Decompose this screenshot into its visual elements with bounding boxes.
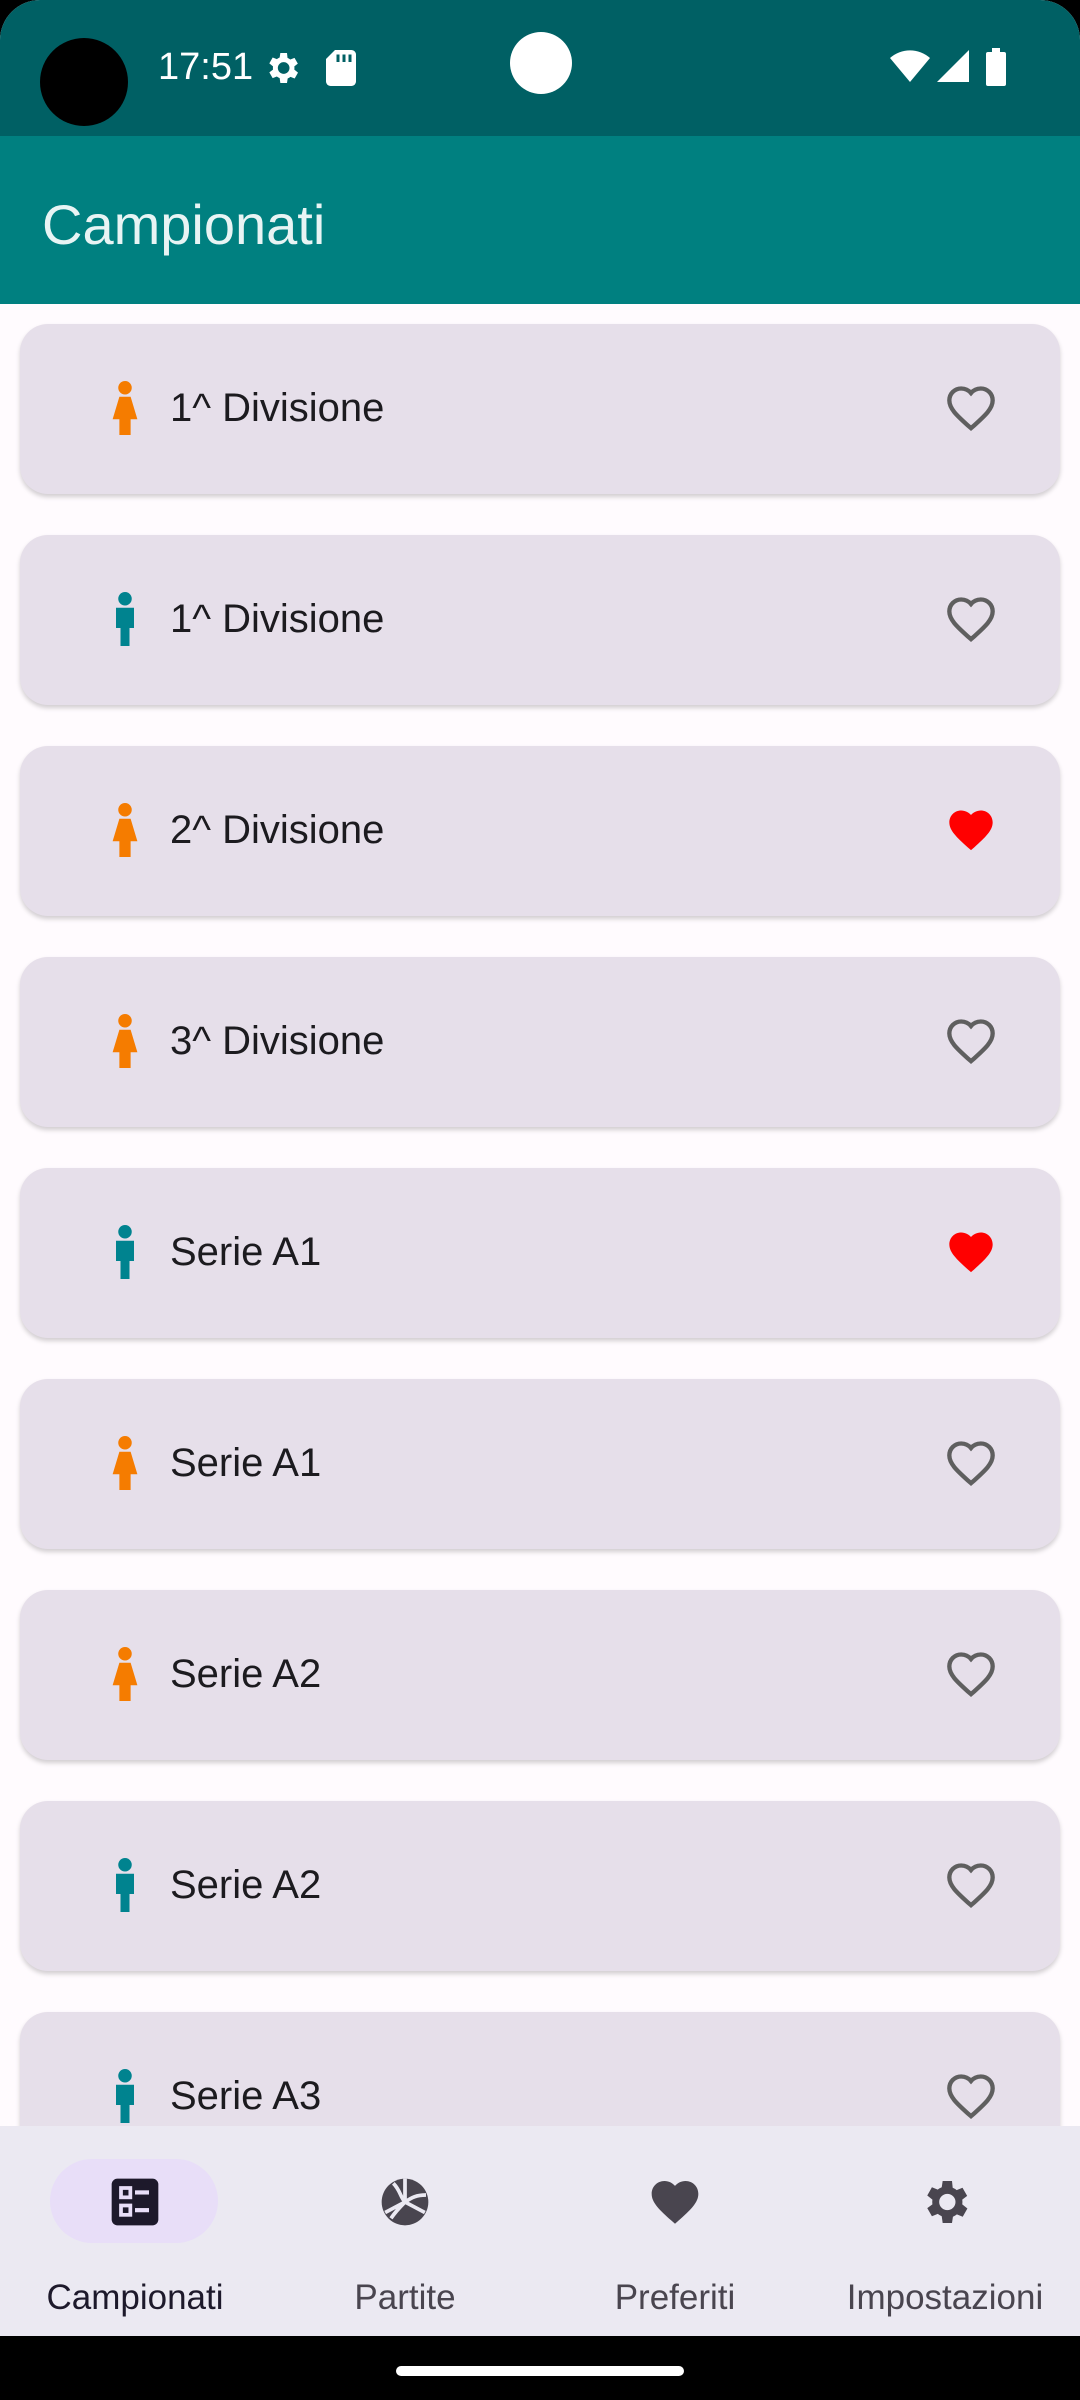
championship-label: Serie A2: [170, 1863, 322, 1907]
championship-label: 3^ Divisione: [170, 1019, 385, 1063]
home-gesture-handle[interactable]: [396, 2366, 684, 2376]
camera-punch-hole: [510, 32, 572, 94]
championship-label: 1^ Divisione: [170, 386, 385, 430]
championship-card[interactable]: 2^ Divisione: [20, 746, 1060, 916]
championship-card[interactable]: Serie A2: [20, 1590, 1060, 1760]
championship-label: Serie A1: [170, 1230, 322, 1274]
phone-screen: 17:51 Campionati 1^ Divisione 1^ Division…: [0, 0, 1080, 2400]
favorite-button-heart-filled-icon[interactable]: [942, 804, 1000, 856]
nav-item-preferiti[interactable]: Preferiti: [540, 2126, 810, 2336]
favorite-button-heart-outline-icon[interactable]: [942, 593, 1000, 645]
championship-card[interactable]: Serie A1: [20, 1168, 1060, 1338]
nav-item-campionati[interactable]: Campionati: [0, 2126, 270, 2336]
championship-label: Serie A2: [170, 1652, 322, 1696]
nav-item-impostazioni[interactable]: Impostazioni: [810, 2126, 1080, 2336]
championship-label: Serie A1: [170, 1441, 322, 1485]
nav-label: Preferiti: [614, 2278, 736, 2317]
gesture-navigation-area: [0, 2336, 1080, 2400]
championship-card[interactable]: Serie A3: [20, 2012, 1060, 2126]
female-person-icon: [112, 381, 138, 435]
volleyball-icon: [381, 2178, 429, 2226]
championship-card[interactable]: Serie A1: [20, 1379, 1060, 1549]
battery-icon: [986, 48, 1006, 86]
sd-card-icon: [326, 50, 356, 86]
favorite-button-heart-outline-icon[interactable]: [942, 1648, 1000, 1700]
favorite-button-heart-filled-icon[interactable]: [942, 1226, 1000, 1278]
favorite-button-heart-outline-icon[interactable]: [942, 1437, 1000, 1489]
page-title: Campionati: [42, 193, 326, 256]
championship-card[interactable]: 1^ Divisione: [20, 324, 1060, 494]
favorite-button-heart-outline-icon[interactable]: [942, 2070, 1000, 2122]
female-person-icon: [112, 803, 138, 857]
settings-icon: [927, 2181, 968, 2223]
championship-label: Serie A3: [170, 2074, 322, 2118]
settings-gear-icon: [269, 53, 298, 83]
cell-signal-icon: [937, 50, 969, 82]
male-person-icon: [116, 1225, 134, 1279]
app-bar: Campionati: [0, 136, 1080, 304]
championship-card[interactable]: Serie A2: [20, 1801, 1060, 1971]
favorite-button-heart-outline-icon[interactable]: [942, 1859, 1000, 1911]
status-time: 17:51: [158, 46, 254, 88]
championship-label: 1^ Divisione: [170, 597, 385, 641]
favorite-button-heart-outline-icon[interactable]: [942, 1015, 1000, 1067]
female-person-icon: [112, 1014, 138, 1068]
nav-label: Partite: [354, 2278, 456, 2317]
female-person-icon: [112, 1647, 138, 1701]
heart-icon: [651, 2181, 699, 2224]
list-icon: [111, 2178, 159, 2226]
championship-label: 2^ Divisione: [170, 808, 385, 852]
championship-card[interactable]: 1^ Divisione: [20, 535, 1060, 705]
status-bar: 17:51: [0, 0, 1080, 136]
championship-card[interactable]: 3^ Divisione: [20, 957, 1060, 1127]
wifi-icon: [890, 50, 930, 82]
camera-cutout: [40, 38, 128, 126]
nav-label: Impostazioni: [846, 2278, 1044, 2317]
male-person-icon: [116, 2069, 134, 2123]
championship-list[interactable]: 1^ Divisione 1^ Divisione 2^ Divisione 3^ D…: [0, 304, 1080, 2126]
favorite-button-heart-outline-icon[interactable]: [942, 382, 1000, 434]
nav-item-partite[interactable]: Partite: [270, 2126, 540, 2336]
male-person-icon: [116, 592, 134, 646]
nav-label: Campionati: [46, 2278, 224, 2317]
female-person-icon: [112, 1436, 138, 1490]
bottom-navigation: Campionati Partite Preferiti Impostazioni: [0, 2126, 1080, 2336]
male-person-icon: [116, 1858, 134, 1912]
